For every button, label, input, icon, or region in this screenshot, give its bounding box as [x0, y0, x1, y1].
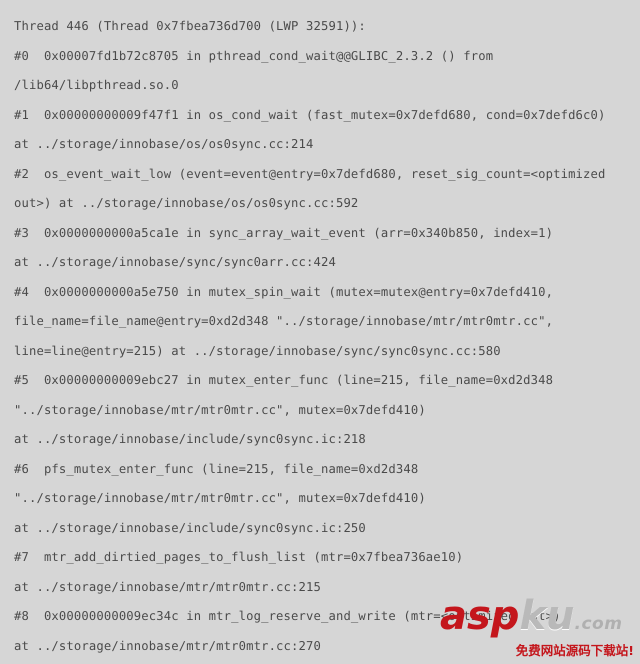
backtrace-line: #0 0x00007fd1b72c8705 in pthread_cond_wa… — [14, 48, 494, 63]
backtrace-line: #7 mtr_add_dirtied_pages_to_flush_list (… — [14, 550, 464, 564]
backtrace-line: #1 0x00000000009f47f1 in os_cond_wait (f… — [14, 107, 606, 122]
backtrace-line: out>) at ../storage/innobase/os/os0sync.… — [14, 196, 359, 210]
backtrace-line: at ../storage/innobase/mtr/mtr0mtr.cc:21… — [14, 579, 321, 594]
backtrace-line: at ../storage/innobase/sync/sync0arr.cc:… — [14, 255, 336, 269]
backtrace-text: Thread 446 (Thread 0x7fbea736d700 (LWP 3… — [14, 12, 626, 664]
backtrace-line: /lib64/libpthread.so.0 — [14, 78, 179, 92]
backtrace-line: line=line@entry=215) at ../storage/innob… — [14, 343, 501, 358]
backtrace-line: at ../storage/innobase/os/os0sync.cc:214 — [14, 137, 314, 151]
thread-header-line: Thread 446 (Thread 0x7fbea736d700 (LWP 3… — [14, 19, 366, 33]
backtrace-line: at ../storage/innobase/include/sync0sync… — [14, 432, 366, 446]
backtrace-line: at ../storage/innobase/mtr/mtr0mtr.cc:27… — [14, 638, 321, 653]
backtrace-line: #6 pfs_mutex_enter_func (line=215, file_… — [14, 461, 419, 476]
backtrace-line: #8 0x00000000009ec34c in mtr_log_reserve… — [14, 609, 561, 623]
backtrace-line: at ../storage/innobase/include/sync0sync… — [14, 520, 366, 535]
backtrace-line: #5 0x00000000009ebc27 in mutex_enter_fun… — [14, 373, 554, 387]
backtrace-line: #4 0x0000000000a5e750 in mutex_spin_wait… — [14, 284, 554, 299]
backtrace-line: #3 0x0000000000a5ca1e in sync_array_wait… — [14, 225, 554, 240]
backtrace-line: "../storage/innobase/mtr/mtr0mtr.cc", mu… — [14, 402, 426, 417]
backtrace-line: #2 os_event_wait_low (event=event@entry=… — [14, 166, 606, 181]
backtrace-line: file_name=file_name@entry=0xd2d348 "../s… — [14, 314, 554, 328]
backtrace-pane: Thread 446 (Thread 0x7fbea736d700 (LWP 3… — [0, 0, 640, 664]
backtrace-line: "../storage/innobase/mtr/mtr0mtr.cc", mu… — [14, 491, 426, 505]
